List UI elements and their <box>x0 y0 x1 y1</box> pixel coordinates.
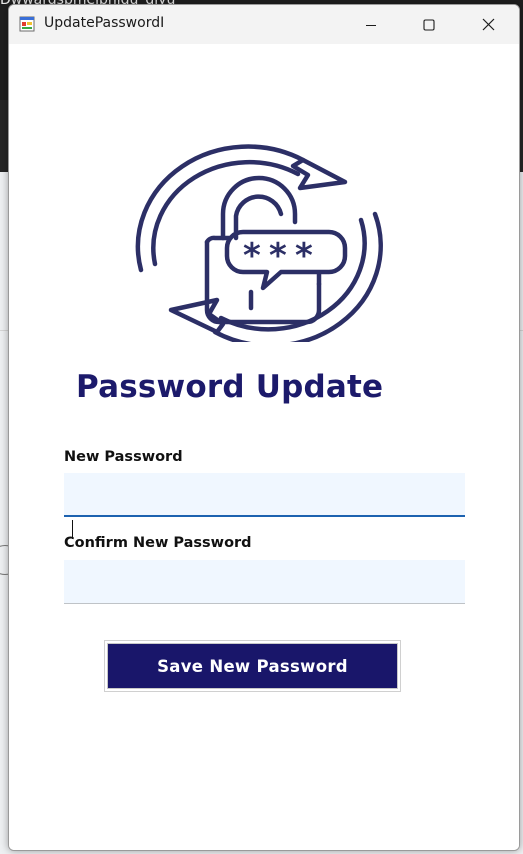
confirm-password-label: Confirm New Password <box>64 535 252 551</box>
maximize-button[interactable] <box>400 5 458 44</box>
dialog-content: * * * Password Update New Password Confi… <box>9 44 519 850</box>
confirm-password-input[interactable] <box>64 560 465 604</box>
svg-text:*: * <box>295 236 313 276</box>
close-button[interactable] <box>459 5 517 44</box>
save-new-password-button[interactable]: Save New Password <box>107 643 398 689</box>
minimize-icon <box>366 24 376 26</box>
maximize-icon <box>423 18 435 31</box>
new-password-label: New Password <box>64 449 183 465</box>
new-password-input[interactable] <box>64 473 465 517</box>
minimize-button[interactable] <box>342 5 400 44</box>
password-update-lock-icon: * * * <box>135 144 383 342</box>
page-title: Password Update <box>76 369 384 405</box>
close-icon <box>482 18 494 31</box>
svg-text:*: * <box>243 236 261 276</box>
update-password-window: UpdatePasswordI * * * Password Update Ne… <box>8 4 520 851</box>
svg-text:*: * <box>269 236 287 276</box>
window-title: UpdatePasswordI <box>44 15 165 31</box>
app-window-icon <box>19 16 35 32</box>
title-bar[interactable]: UpdatePasswordI <box>9 5 519 44</box>
